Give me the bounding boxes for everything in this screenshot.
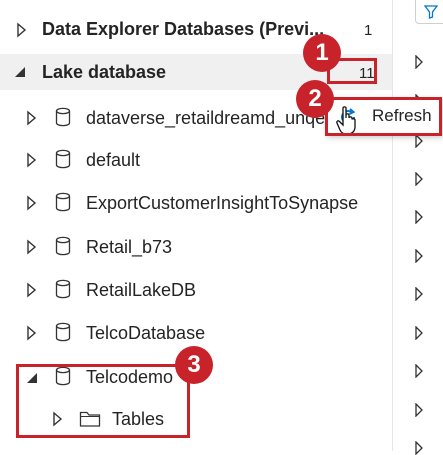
tree-node-database[interactable]: ExportCustomerInsightToSynapse <box>0 186 392 220</box>
tree-node-database[interactable]: Retail_b73 <box>0 230 392 264</box>
chevron-right-icon[interactable] <box>24 110 40 126</box>
refresh-highlight-box <box>325 97 442 136</box>
chevron-expanded-icon[interactable] <box>12 64 28 80</box>
chevron-right-icon[interactable] <box>24 282 40 298</box>
chevron-right-icon[interactable] <box>14 22 30 38</box>
chevron-right-icon[interactable] <box>414 364 424 378</box>
tree-node-database[interactable]: RetailLakeDB <box>0 273 392 307</box>
database-icon <box>55 322 71 342</box>
tree-node-label: Data Explorer Databases (Previ... <box>42 19 325 39</box>
filter-icon <box>424 5 438 19</box>
chevron-right-icon[interactable] <box>24 325 40 341</box>
callout-badge-1: 1 <box>303 34 341 72</box>
tree-node-database[interactable]: TelcoDatabase <box>0 316 392 350</box>
tree-node-label: ExportCustomerInsightToSynapse <box>86 193 359 213</box>
tree-node-label: TelcoDatabase <box>86 323 206 343</box>
callout-badge-3: 3 <box>175 346 213 384</box>
chevron-right-icon[interactable] <box>24 239 40 255</box>
telcodemo-highlight-box <box>16 364 190 438</box>
database-icon <box>55 149 71 169</box>
tree-node-label: dataverse_retaildreamd_unqe5 <box>86 108 332 128</box>
chevron-right-icon[interactable] <box>24 195 40 211</box>
chevron-right-icon[interactable] <box>414 172 424 186</box>
chevron-right-icon[interactable] <box>414 403 424 417</box>
database-icon <box>55 192 71 212</box>
chevron-right-icon[interactable] <box>414 441 424 455</box>
tree-node-label: Retail_b73 <box>86 237 173 257</box>
chevron-right-icon[interactable] <box>414 326 424 340</box>
chevron-right-icon[interactable] <box>414 249 424 263</box>
tree-node-label: RetailLakeDB <box>86 280 197 300</box>
database-icon <box>55 236 71 256</box>
tree-node-label: Lake database <box>42 62 167 82</box>
chevron-right-icon[interactable] <box>24 152 40 168</box>
chevron-right-icon[interactable] <box>414 134 424 148</box>
chevron-right-icon[interactable] <box>414 55 424 69</box>
tree-node-database[interactable]: default <box>0 143 392 177</box>
chevron-right-icon[interactable] <box>414 287 424 301</box>
filter-button[interactable] <box>415 0 443 24</box>
tree-node-count: 1 <box>364 22 373 39</box>
tree-node-label: default <box>86 150 141 170</box>
database-icon <box>55 107 71 127</box>
chevron-right-icon[interactable] <box>414 210 424 224</box>
callout-badge-2: 2 <box>296 80 334 118</box>
database-icon <box>55 279 71 299</box>
